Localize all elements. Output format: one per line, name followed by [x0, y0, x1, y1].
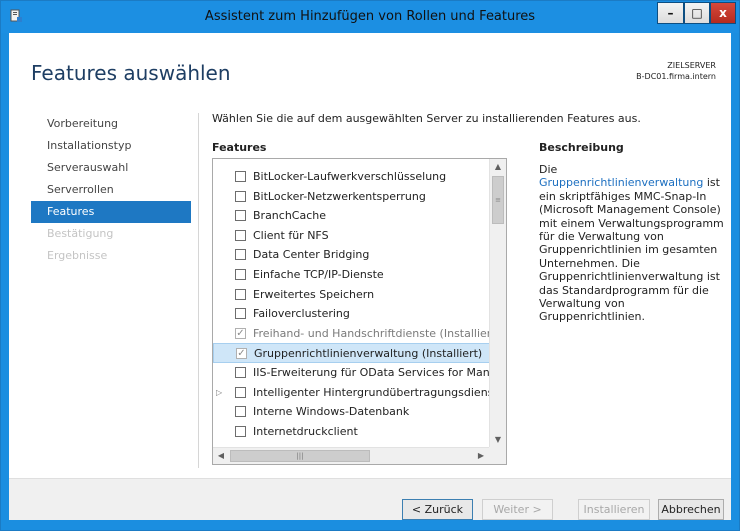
- feature-checkbox[interactable]: [235, 288, 246, 300]
- features-heading: Features: [212, 141, 267, 154]
- feature-checkbox[interactable]: [235, 249, 246, 261]
- description-text: Die Gruppenrichtlinienverwaltung ist ein…: [539, 163, 724, 324]
- feature-checkbox: ✓: [235, 327, 246, 339]
- feature-row[interactable]: Data Center Bridging: [213, 245, 490, 265]
- horizontal-scroll-thumb[interactable]: |||: [230, 450, 370, 462]
- feature-row[interactable]: BranchCache: [213, 206, 490, 226]
- scroll-corner: [489, 447, 506, 464]
- nav-divider: [198, 113, 199, 468]
- scroll-down-icon[interactable]: ▼: [490, 432, 506, 448]
- feature-label: IIS-Erweiterung für OData Services for M…: [253, 365, 490, 379]
- feature-row[interactable]: BitLocker-Netzwerkentsperrung: [213, 187, 490, 207]
- nav-item-installationstyp[interactable]: Installationstyp: [31, 135, 191, 157]
- description-prefix: Die: [539, 163, 558, 176]
- nav-item-features[interactable]: Features: [31, 201, 191, 223]
- window-title: Assistent zum Hinzufügen von Rollen und …: [204, 9, 536, 24]
- feature-row[interactable]: IIS-Erweiterung für OData Services for M…: [213, 363, 490, 383]
- feature-row[interactable]: ✓ Gruppenrichtlinienverwaltung (Installie…: [213, 343, 490, 363]
- feature-row[interactable]: Einfache TCP/IP-Dienste: [213, 265, 490, 285]
- close-button[interactable]: x: [710, 2, 736, 24]
- vertical-scroll-thumb[interactable]: ≡: [492, 176, 504, 224]
- feature-checkbox[interactable]: [235, 171, 246, 182]
- feature-label: Client für NFS: [253, 228, 329, 242]
- feature-row[interactable]: ▷ Intelligenter Hintergrundübertragungsdi…: [213, 383, 490, 403]
- feature-row[interactable]: BitLocker-Laufwerkverschlüsselung: [213, 167, 490, 187]
- horizontal-scrollbar[interactable]: ◀ ||| ▶: [213, 447, 506, 464]
- feature-checkbox[interactable]: [235, 366, 246, 378]
- back-button[interactable]: < Zurück: [402, 499, 473, 520]
- feature-label: BranchCache: [253, 209, 327, 223]
- feature-label: BitLocker-Netzwerkentsperrung: [253, 189, 426, 203]
- nav-item-serverauswahl[interactable]: Serverauswahl: [31, 157, 191, 179]
- button-bar: < Zurück Weiter > Installieren Abbrechen: [9, 478, 731, 520]
- description-heading: Beschreibung: [539, 141, 624, 154]
- page-title: Features auswählen: [31, 61, 231, 85]
- nav-item-vorbereitung[interactable]: Vorbereitung: [31, 113, 191, 135]
- features-tree[interactable]: BitLocker-Laufwerkverschlüsselung BitLock…: [212, 158, 507, 465]
- minimize-button[interactable]: –: [657, 2, 684, 24]
- features-rows: BitLocker-Laufwerkverschlüsselung BitLock…: [213, 167, 490, 441]
- expand-icon[interactable]: ▷: [216, 383, 222, 403]
- feature-row[interactable]: Erweitertes Speichern: [213, 285, 490, 305]
- maximize-button[interactable]: □: [684, 2, 710, 24]
- description-body: ist ein skriptfähiges MMC-Snap-In (Micro…: [539, 176, 724, 324]
- wizard-navigation: Vorbereitung Installationstyp Serverauswah…: [31, 113, 191, 267]
- feature-checkbox[interactable]: [235, 229, 246, 241]
- feature-row[interactable]: Failoverclustering: [213, 304, 490, 324]
- feature-checkbox[interactable]: [235, 308, 246, 320]
- feature-label: Interne Windows-Datenbank: [253, 405, 410, 419]
- feature-checkbox: ✓: [236, 348, 247, 360]
- target-server-label: ZIELSERVER: [667, 61, 716, 70]
- feature-checkbox[interactable]: [235, 268, 246, 280]
- target-server-name: B-DC01.firma.intern: [636, 72, 716, 81]
- feature-checkbox[interactable]: [235, 425, 246, 437]
- nav-item-ergebnisse: Ergebnisse: [47, 249, 108, 262]
- feature-label: Freihand- und Handschriftdienste (Instal…: [253, 326, 490, 340]
- feature-row[interactable]: Interne Windows-Datenbank: [213, 402, 490, 422]
- feature-label: Gruppenrichtlinienverwaltung (Installier…: [254, 347, 483, 361]
- title-bar[interactable]: Assistent zum Hinzufügen von Rollen und …: [1, 1, 739, 33]
- description-link[interactable]: Gruppenrichtlinienverwaltung: [539, 176, 703, 189]
- intro-text: Wählen Sie die auf dem ausgewählten Serv…: [212, 112, 641, 125]
- wizard-window: Assistent zum Hinzufügen von Rollen und …: [0, 0, 740, 531]
- scroll-right-icon[interactable]: ▶: [473, 448, 489, 464]
- feature-label: Erweitertes Speichern: [253, 287, 375, 301]
- feature-label: Data Center Bridging: [253, 248, 370, 262]
- feature-checkbox[interactable]: [235, 406, 246, 418]
- cancel-button[interactable]: Abbrechen: [658, 499, 724, 520]
- feature-checkbox[interactable]: [235, 386, 246, 398]
- feature-row[interactable]: ✓ Freihand- und Handschriftdienste (Insta…: [213, 324, 490, 344]
- feature-label: Failoverclustering: [253, 307, 350, 321]
- nav-item-bestätigung: Bestätigung: [47, 227, 114, 240]
- feature-label: Intelligenter Hintergrundübertragungsdie…: [253, 385, 490, 399]
- feature-checkbox[interactable]: [235, 190, 246, 202]
- vertical-scrollbar[interactable]: ▲ ≡ ▼: [489, 159, 506, 448]
- scroll-up-icon[interactable]: ▲: [490, 159, 506, 175]
- scroll-left-icon[interactable]: ◀: [213, 448, 229, 464]
- feature-label: BitLocker-Laufwerkverschlüsselung: [253, 170, 447, 183]
- wizard-content: Features auswählen ZIELSERVER B-DC01.fir…: [9, 33, 731, 520]
- feature-checkbox[interactable]: [235, 210, 246, 222]
- target-server-info: ZIELSERVER B-DC01.firma.intern: [636, 60, 716, 82]
- feature-row[interactable]: Client für NFS: [213, 226, 490, 246]
- feature-label: Einfache TCP/IP-Dienste: [253, 267, 384, 281]
- feature-row[interactable]: Internetdruckclient: [213, 422, 490, 442]
- nav-item-serverrollen[interactable]: Serverrollen: [31, 179, 191, 201]
- install-button[interactable]: Installieren: [578, 499, 650, 520]
- next-button[interactable]: Weiter >: [482, 499, 553, 520]
- feature-label: Internetdruckclient: [253, 424, 358, 438]
